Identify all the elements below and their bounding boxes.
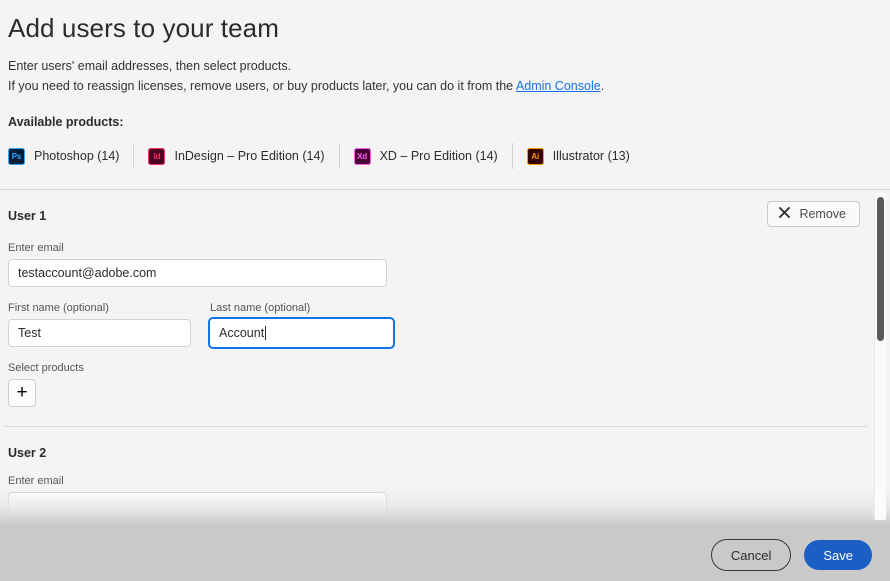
save-button[interactable]: Save (804, 540, 872, 570)
page-header: Add users to your team Enter users' emai… (0, 0, 890, 170)
dialog-footer: Cancel Save (0, 529, 890, 581)
product-separator (511, 143, 513, 170)
product-name: InDesign – Pro Edition (14) (174, 149, 325, 164)
intro-text-after: . (600, 79, 605, 94)
scrollbar-track[interactable] (874, 193, 886, 520)
user-2-email-input[interactable] (8, 492, 387, 520)
user-1-last-name-group: Last name (optional) Account (208, 287, 395, 349)
plus-icon: + (16, 382, 28, 403)
available-products-list: Ps Photoshop (14) Id InDesign – Pro Edit… (8, 143, 870, 170)
user-block-1: User 1 Remove Enter email testaccount@ad… (3, 190, 890, 427)
intro-line-2: If you need to reassign licenses, remove… (8, 76, 870, 96)
user-1-email-input[interactable]: testaccount@adobe.com (8, 259, 387, 287)
available-products-label: Available products: (8, 115, 124, 130)
user-1-first-name-input[interactable]: Test (8, 319, 191, 347)
users-scroll-area[interactable]: User 1 Remove Enter email testaccount@ad… (0, 189, 890, 520)
remove-button-label: Remove (799, 207, 846, 221)
user-2-header: User 2 (8, 446, 890, 460)
user-1-email-label: Enter email (8, 242, 64, 254)
intro-line-1: Enter users' email addresses, then selec… (8, 58, 292, 73)
product-name: XD – Pro Edition (14) (379, 149, 498, 164)
product-separator (338, 143, 340, 170)
photoshop-icon: Ps (8, 147, 25, 165)
scrollbar-thumb[interactable] (877, 197, 884, 341)
remove-user-1-button[interactable]: Remove (767, 201, 860, 227)
add-product-button[interactable]: + (8, 379, 36, 407)
user-1-name-row: First name (optional) Test Last name (op… (8, 287, 890, 349)
cancel-button[interactable]: Cancel (710, 539, 792, 571)
user-1-last-name-input[interactable]: Account (208, 317, 395, 349)
product-chip-indesign: Id InDesign – Pro Edition (14) (148, 143, 338, 169)
user-2-email-label: Enter email (8, 475, 64, 487)
product-chip-photoshop: Ps Photoshop (14) (8, 143, 133, 169)
user-1-first-name-label: First name (optional) (8, 302, 109, 314)
illustrator-icon: Ai (526, 147, 544, 165)
product-chip-illustrator: Ai Illustrator (13) (526, 143, 644, 169)
admin-console-link[interactable]: Admin Console (516, 79, 601, 93)
indesign-icon: Id (148, 147, 166, 165)
user-1-header: User 1 Remove (8, 201, 890, 227)
product-name: Photoshop (14) (34, 149, 120, 164)
intro-text-before: If you need to reassign licenses, remove… (8, 79, 516, 94)
text-caret (265, 326, 267, 340)
user-1-last-name-value: Account (219, 326, 265, 340)
product-separator (133, 143, 135, 170)
page-title: Add users to your team (8, 13, 279, 43)
product-chip-xd: Xd XD – Pro Edition (14) (353, 143, 512, 169)
product-name: Illustrator (13) (552, 149, 630, 164)
user-1-last-name-label: Last name (optional) (210, 302, 311, 314)
close-icon (779, 207, 791, 221)
user-1-first-name-group: First name (optional) Test (8, 287, 191, 347)
user-block-2: User 2 Enter email (8, 427, 890, 520)
xd-icon: Xd (353, 147, 371, 165)
user-2-title: User 2 (8, 446, 47, 460)
user-1-select-products-label: Select products (8, 362, 84, 374)
user-1-title: User 1 (8, 209, 47, 223)
